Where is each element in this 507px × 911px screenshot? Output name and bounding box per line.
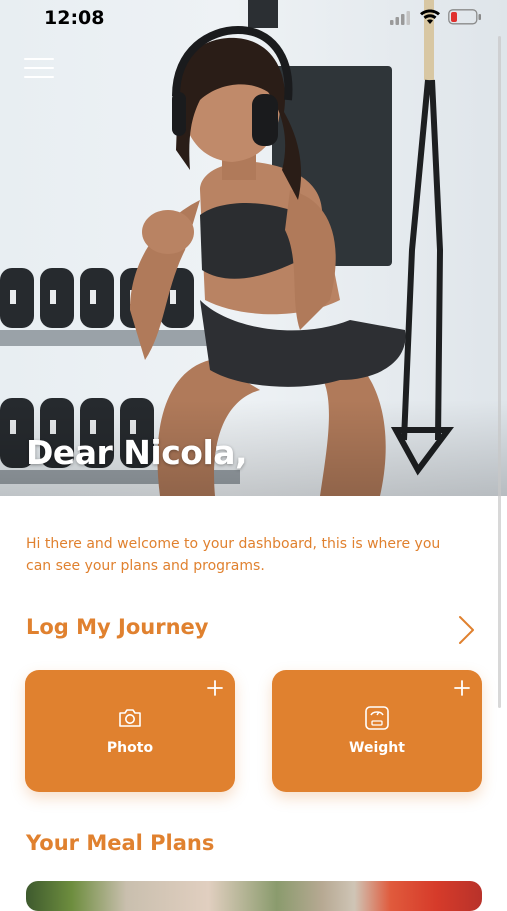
hero-image bbox=[0, 0, 507, 496]
battery-icon bbox=[448, 9, 481, 25]
weight-label: Weight bbox=[349, 740, 405, 756]
menu-icon-bar bbox=[24, 76, 54, 78]
status-time: 12:08 bbox=[44, 7, 105, 29]
menu-icon-bar bbox=[24, 67, 54, 69]
photo-card-button[interactable]: Photo bbox=[25, 670, 235, 792]
plus-icon bbox=[207, 680, 223, 696]
camera-icon bbox=[119, 709, 141, 727]
meal-plan-card[interactable] bbox=[26, 881, 482, 911]
greeting-title: Dear Nicola, bbox=[26, 433, 248, 472]
menu-button[interactable] bbox=[24, 56, 56, 80]
meal-plans-title: Your Meal Plans bbox=[26, 831, 215, 855]
hero-banner: 12:08 Dear Nicola, bbox=[0, 0, 507, 496]
welcome-text: Hi there and welcome to your dashboard, … bbox=[26, 536, 441, 574]
plus-icon bbox=[454, 680, 470, 696]
photo-label: Photo bbox=[106, 740, 154, 756]
signal-icon bbox=[390, 11, 410, 25]
menu-icon bbox=[24, 58, 54, 60]
scrollbar[interactable] bbox=[498, 36, 501, 708]
wifi-icon bbox=[420, 9, 440, 24]
status-bar: 12:08 bbox=[0, 0, 507, 36]
weight-card-button[interactable]: Weight bbox=[272, 670, 482, 792]
chevron-right-icon[interactable] bbox=[456, 614, 478, 646]
scale-icon bbox=[365, 706, 389, 730]
log-journey-title: Log My Journey bbox=[26, 615, 209, 639]
